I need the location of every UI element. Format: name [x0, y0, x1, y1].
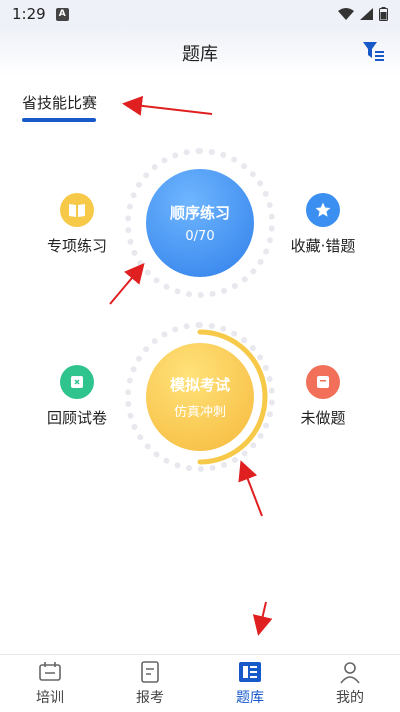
review-papers-button[interactable]: 回顾试卷	[32, 365, 122, 428]
register-icon	[141, 661, 159, 683]
nav-question-bank-label: 题库	[236, 690, 264, 706]
bottom-nav: 培训 报考 题库 我的	[0, 654, 400, 712]
nav-training-label: 培训	[36, 690, 64, 706]
paper-icon	[60, 365, 94, 399]
wifi-icon	[338, 8, 354, 20]
profile-icon	[340, 662, 360, 684]
favorites-wrong-label: 收藏·错题	[290, 237, 356, 255]
special-practice-label: 专项练习	[46, 237, 107, 255]
arrow-to-tab	[122, 95, 213, 116]
status-time: 1:29	[12, 5, 46, 23]
nav-profile[interactable]: 我的	[300, 655, 400, 712]
mock-exam-button[interactable]: 模拟考试 仿真冲刺	[146, 343, 254, 451]
mock-exam-subtitle: 仿真冲刺	[173, 405, 226, 420]
star-icon	[306, 193, 340, 227]
signal-icon	[360, 8, 373, 20]
notification-a-icon: A	[55, 7, 69, 21]
nav-register[interactable]: 报考	[100, 655, 200, 712]
page-title: 题库	[182, 44, 218, 65]
header: 题库	[0, 28, 400, 76]
status-bar: 1:29 A	[0, 0, 400, 28]
arrow-to-sequential	[109, 262, 145, 305]
tab-province-skill-contest[interactable]: 省技能比赛	[22, 92, 97, 113]
sequential-practice-progress: 0/70	[185, 229, 215, 244]
arrow-to-question-bank	[252, 601, 273, 636]
sequential-practice-button[interactable]: 顺序练习 0/70	[146, 169, 254, 277]
training-icon	[39, 662, 61, 681]
mock-exam-title: 模拟考试	[169, 376, 230, 394]
question-bank-icon	[239, 662, 261, 682]
sequential-practice-title: 顺序练习	[169, 204, 230, 222]
undone-questions-button[interactable]: 未做题	[278, 365, 368, 428]
nav-training[interactable]: 培训	[0, 655, 100, 712]
nav-profile-label: 我的	[336, 690, 364, 706]
nav-register-label: 报考	[136, 690, 164, 706]
review-papers-label: 回顾试卷	[46, 409, 107, 427]
battery-icon	[379, 7, 388, 21]
undone-questions-label: 未做题	[300, 409, 346, 427]
filter-button[interactable]	[362, 40, 386, 62]
note-icon	[306, 365, 340, 399]
tab-active-underline	[22, 118, 96, 122]
favorites-wrong-button[interactable]: 收藏·错题	[278, 193, 368, 256]
status-indicators	[338, 7, 388, 21]
nav-question-bank[interactable]: 题库	[200, 655, 300, 712]
book-icon	[60, 193, 94, 227]
filter-icon	[363, 42, 384, 61]
special-practice-button[interactable]: 专项练习	[32, 193, 122, 256]
